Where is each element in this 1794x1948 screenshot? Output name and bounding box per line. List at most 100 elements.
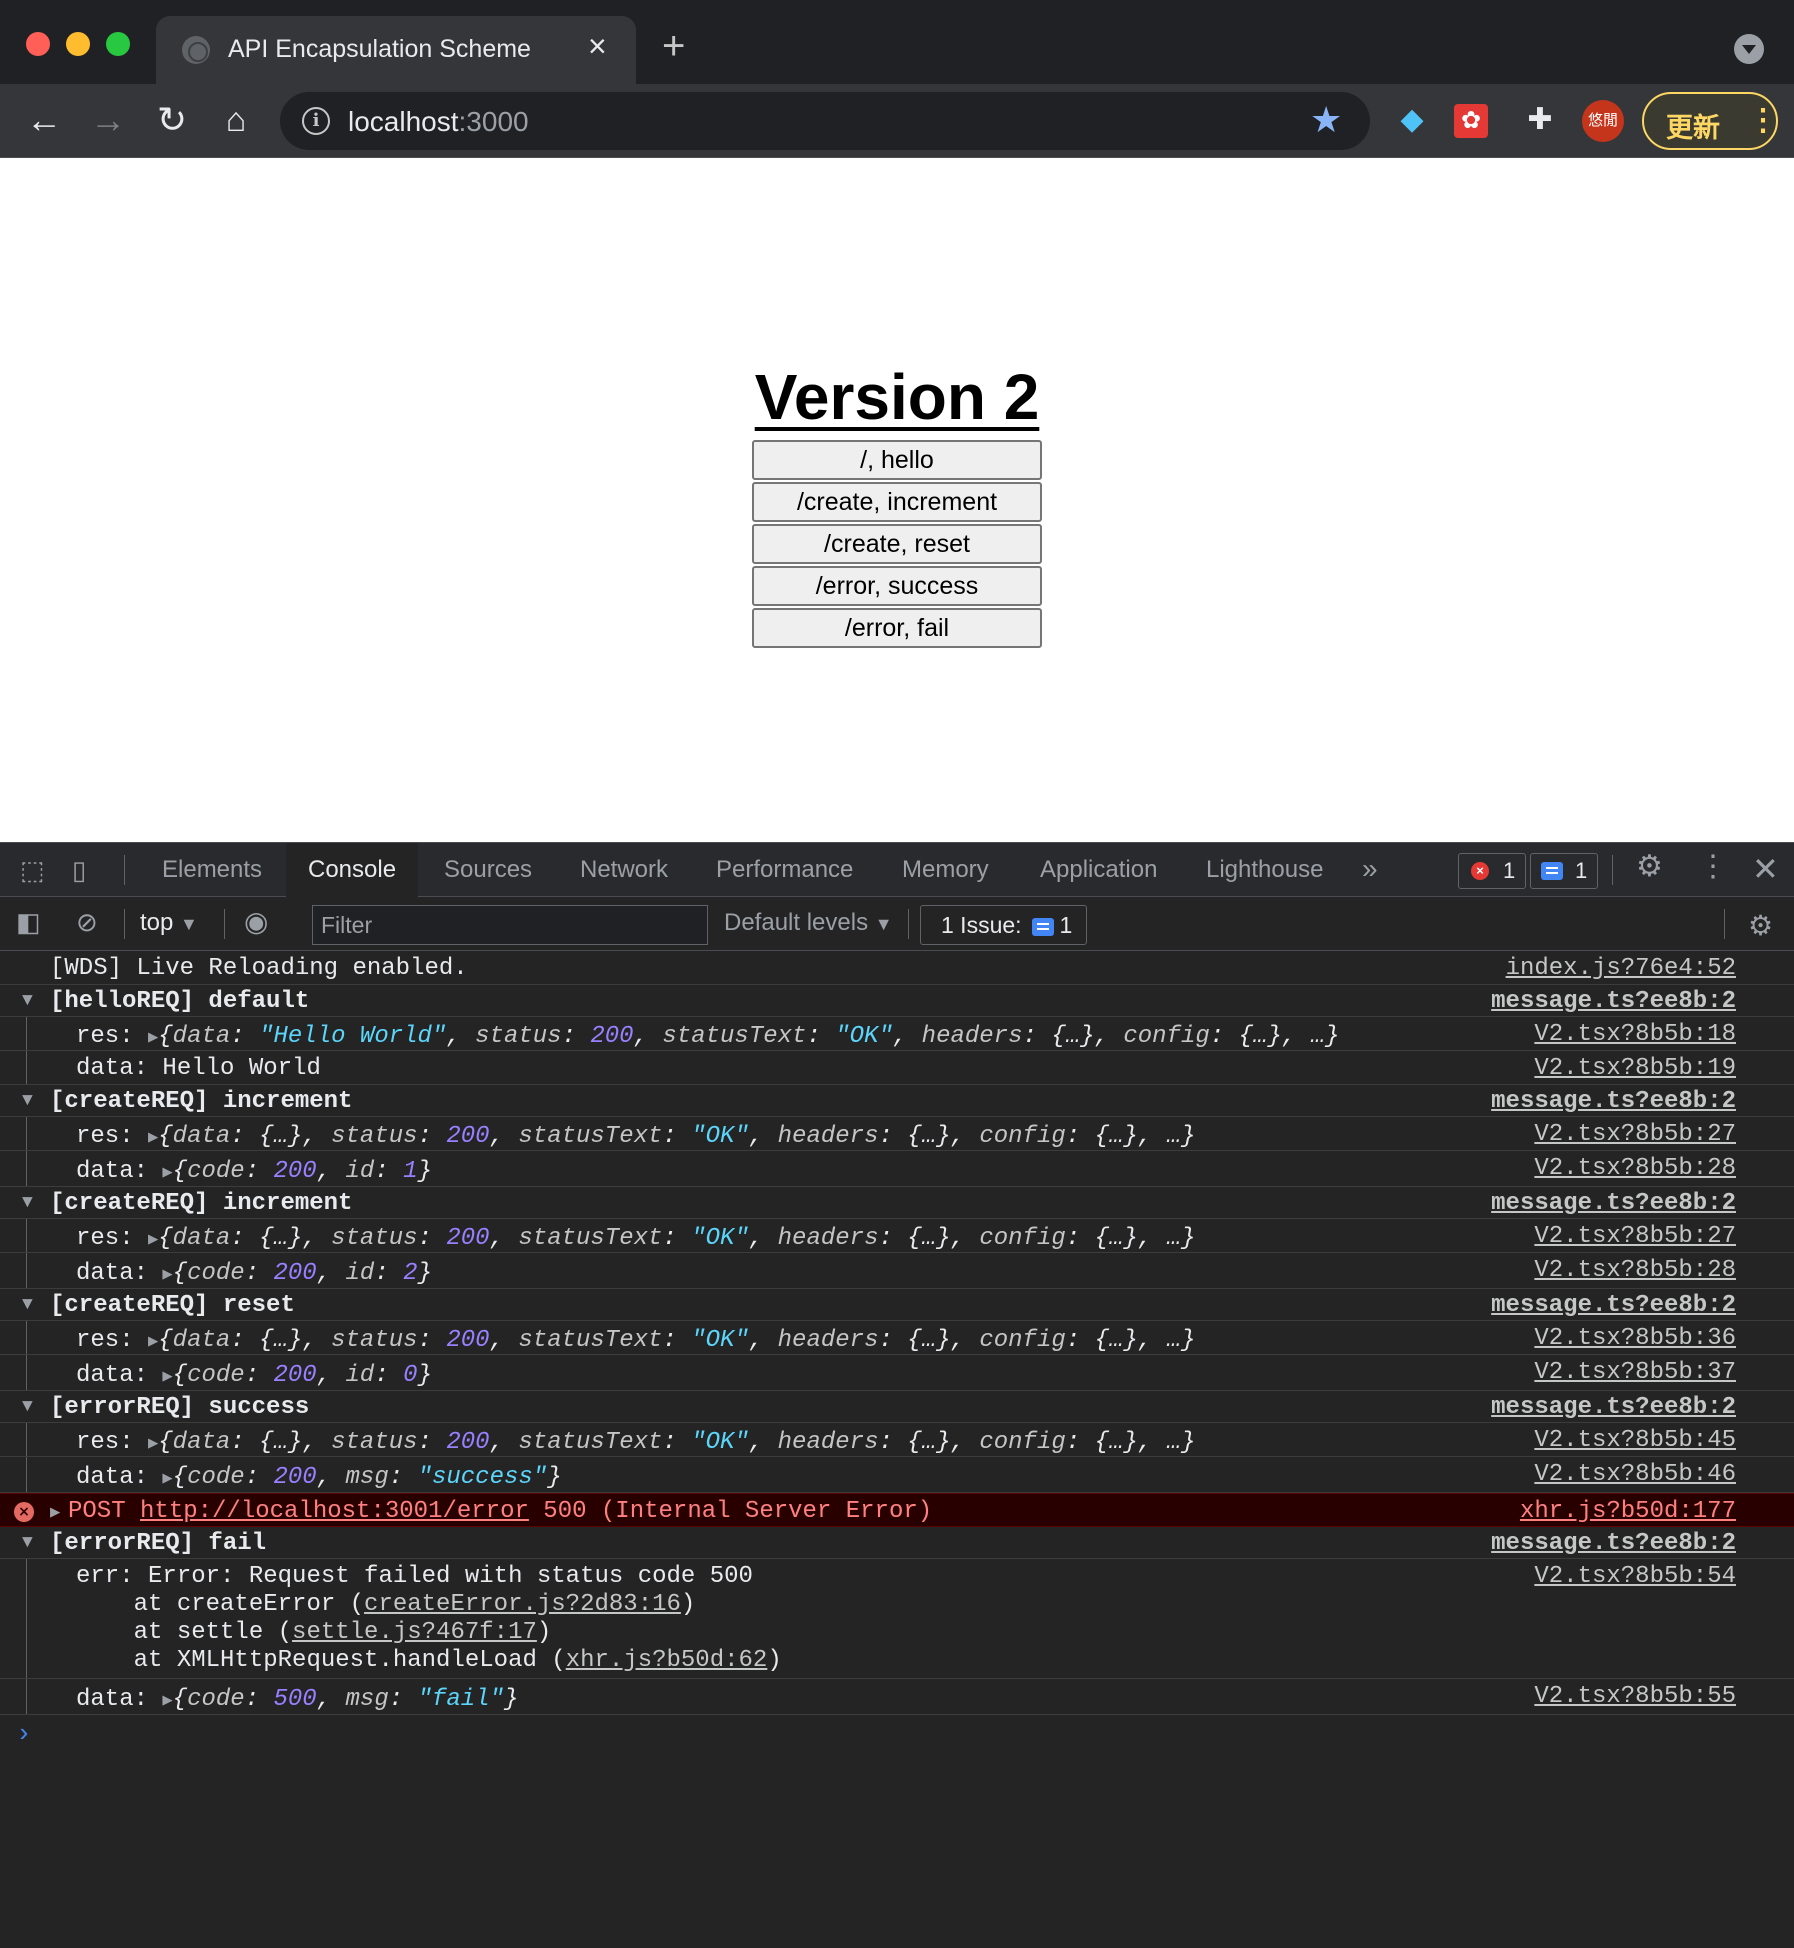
log-row: data: Hello World V2.tsx?8b5b:19 [0, 1051, 1794, 1085]
tab-memory[interactable]: Memory [880, 843, 1011, 897]
source-link[interactable]: V2.tsx?8b5b:37 [1534, 1359, 1736, 1386]
back-icon[interactable]: ← [22, 98, 66, 142]
browser-tab-active[interactable]: API Encapsulation Scheme × [156, 16, 636, 84]
browser-tab-bar: API Encapsulation Scheme × + [0, 0, 1794, 84]
context-select[interactable]: top ▼ [140, 909, 198, 937]
error-count-badge[interactable]: × 1 [1458, 853, 1527, 889]
forward-icon[interactable]: → [86, 98, 130, 142]
log-row: data: ▶{code: 500, msg: "fail"} V2.tsx?8… [0, 1679, 1794, 1715]
bookmark-star-icon[interactable]: ★ [1310, 100, 1342, 140]
source-link[interactable]: V2.tsx?8b5b:46 [1534, 1461, 1736, 1488]
address-bar[interactable]: i localhost:3000 ★ [280, 92, 1370, 150]
expand-caret-icon[interactable]: ▶ [50, 1502, 60, 1523]
gem-extension-icon[interactable]: ◆ [1390, 98, 1434, 142]
create-increment-button[interactable]: /create, increment [752, 482, 1042, 522]
inspect-element-icon[interactable]: ⬚ [20, 857, 45, 883]
log-row: res: ▶{data: "Hello World", status: 200,… [0, 1017, 1794, 1051]
source-link[interactable]: V2.tsx?8b5b:27 [1534, 1121, 1736, 1148]
log-row-stack-trace: err: Error: Request failed with status c… [0, 1559, 1794, 1679]
source-link[interactable]: message.ts?ee8b:2 [1491, 988, 1736, 1015]
close-devtools-icon[interactable]: ✕ [1752, 853, 1779, 885]
reload-icon[interactable]: ↻ [150, 98, 194, 142]
divider [1724, 909, 1725, 939]
home-icon[interactable]: ⌂ [214, 98, 258, 142]
hello-button[interactable]: /, hello [752, 440, 1042, 480]
source-link[interactable]: V2.tsx?8b5b:18 [1534, 1021, 1736, 1048]
source-link[interactable]: xhr.js?b50d:177 [1520, 1498, 1736, 1525]
update-button[interactable]: 更新 ⋮ [1642, 92, 1778, 150]
source-link[interactable]: V2.tsx?8b5b:19 [1534, 1055, 1736, 1082]
device-toolbar-icon[interactable]: ▯ [72, 857, 86, 883]
tab-network[interactable]: Network [558, 843, 690, 897]
expand-caret-icon[interactable]: ▼ [22, 1091, 33, 1111]
expand-caret-icon[interactable]: ▼ [22, 1193, 33, 1213]
source-link[interactable]: V2.tsx?8b5b:45 [1534, 1427, 1736, 1454]
site-info-icon[interactable]: i [302, 107, 330, 135]
source-link[interactable]: V2.tsx?8b5b:36 [1534, 1325, 1736, 1352]
live-expression-eye-icon[interactable]: ◉ [244, 908, 268, 936]
log-group-header[interactable]: ▼ [createREQ] increment message.ts?ee8b:… [0, 1085, 1794, 1117]
profile-avatar[interactable]: 悠閒 [1582, 100, 1624, 142]
tab-performance[interactable]: Performance [694, 843, 875, 897]
more-tabs-icon[interactable]: » [1362, 853, 1378, 885]
divider [1612, 855, 1613, 885]
source-link[interactable]: message.ts?ee8b:2 [1491, 1088, 1736, 1115]
log-row: res: ▶{data: {…}, status: 200, statusTex… [0, 1219, 1794, 1253]
source-link[interactable]: index.js?76e4:52 [1506, 955, 1736, 982]
tab-sources[interactable]: Sources [422, 843, 554, 897]
log-group-header[interactable]: ▼ [errorREQ] success message.ts?ee8b:2 [0, 1391, 1794, 1423]
source-link[interactable]: V2.tsx?8b5b:27 [1534, 1223, 1736, 1250]
error-success-button[interactable]: /error, success [752, 566, 1042, 606]
expand-caret-icon[interactable]: ▼ [22, 1533, 33, 1553]
filter-input[interactable] [313, 906, 707, 944]
close-tab-icon[interactable]: × [588, 30, 607, 62]
tab-elements[interactable]: Elements [140, 843, 284, 897]
stack-link[interactable]: createError.js?2d83:16 [364, 1591, 681, 1618]
react-extension-icon[interactable]: ✿ [1454, 104, 1488, 138]
tab-lighthouse[interactable]: Lighthouse [1184, 843, 1345, 897]
console-prompt-row[interactable]: › [0, 1715, 1794, 1755]
error-fail-button[interactable]: /error, fail [752, 608, 1042, 648]
log-group-header[interactable]: ▼ [createREQ] reset message.ts?ee8b:2 [0, 1289, 1794, 1321]
source-link[interactable]: V2.tsx?8b5b:28 [1534, 1257, 1736, 1284]
error-icon: × [14, 1502, 34, 1522]
minimize-window-button[interactable] [66, 32, 90, 56]
request-buttons: /, hello /create, increment /create, res… [752, 440, 1042, 650]
source-link[interactable]: message.ts?ee8b:2 [1491, 1292, 1736, 1319]
log-levels-dropdown[interactable]: Default levels ▼ [724, 909, 893, 937]
stack-link[interactable]: xhr.js?b50d:62 [566, 1647, 768, 1674]
filter-field[interactable] [312, 905, 708, 945]
extensions-puzzle-icon[interactable]: ✚ [1518, 98, 1562, 142]
tab-console[interactable]: Console [286, 843, 419, 897]
error-url-link[interactable]: http://localhost:3001/error [140, 1498, 529, 1525]
source-link[interactable]: V2.tsx?8b5b:28 [1534, 1155, 1736, 1182]
tab-application[interactable]: Application [1018, 843, 1179, 897]
issues-button[interactable]: 1 Issue: 1 [920, 905, 1088, 945]
new-tab-button[interactable]: + [662, 26, 685, 66]
message-count-badge[interactable]: 1 [1530, 853, 1599, 889]
sidebar-toggle-icon[interactable]: ◧ [16, 909, 41, 935]
divider [224, 909, 225, 939]
clear-console-icon[interactable]: ⊘ [76, 909, 98, 935]
create-reset-button[interactable]: /create, reset [752, 524, 1042, 564]
source-link[interactable]: message.ts?ee8b:2 [1491, 1530, 1736, 1557]
source-link[interactable]: V2.tsx?8b5b:55 [1534, 1683, 1736, 1710]
settings-gear-icon[interactable]: ⚙ [1636, 852, 1663, 882]
expand-caret-icon[interactable]: ▼ [22, 1397, 33, 1417]
tab-search-icon[interactable] [1734, 34, 1764, 64]
error-log-row[interactable]: × ▶ POST http://localhost:3001/error 500… [0, 1493, 1794, 1527]
log-group-header[interactable]: ▼ [createREQ] increment message.ts?ee8b:… [0, 1187, 1794, 1219]
log-group-header[interactable]: ▼ [errorREQ] fail message.ts?ee8b:2 [0, 1527, 1794, 1559]
source-link[interactable]: message.ts?ee8b:2 [1491, 1190, 1736, 1217]
devtools-menu-icon[interactable]: ⋮ [1698, 852, 1728, 882]
maximize-window-button[interactable] [106, 32, 130, 56]
log-group-header[interactable]: ▼ [helloREQ] default message.ts?ee8b:2 [0, 985, 1794, 1017]
stack-link[interactable]: settle.js?467f:17 [292, 1619, 537, 1646]
source-link[interactable]: message.ts?ee8b:2 [1491, 1394, 1736, 1421]
expand-caret-icon[interactable]: ▼ [22, 1295, 33, 1315]
console-settings-gear-icon[interactable]: ⚙ [1748, 909, 1773, 942]
url-text[interactable]: localhost:3000 [348, 106, 529, 138]
expand-caret-icon[interactable]: ▼ [22, 991, 33, 1011]
source-link[interactable]: V2.tsx?8b5b:54 [1534, 1563, 1736, 1590]
close-window-button[interactable] [26, 32, 50, 56]
